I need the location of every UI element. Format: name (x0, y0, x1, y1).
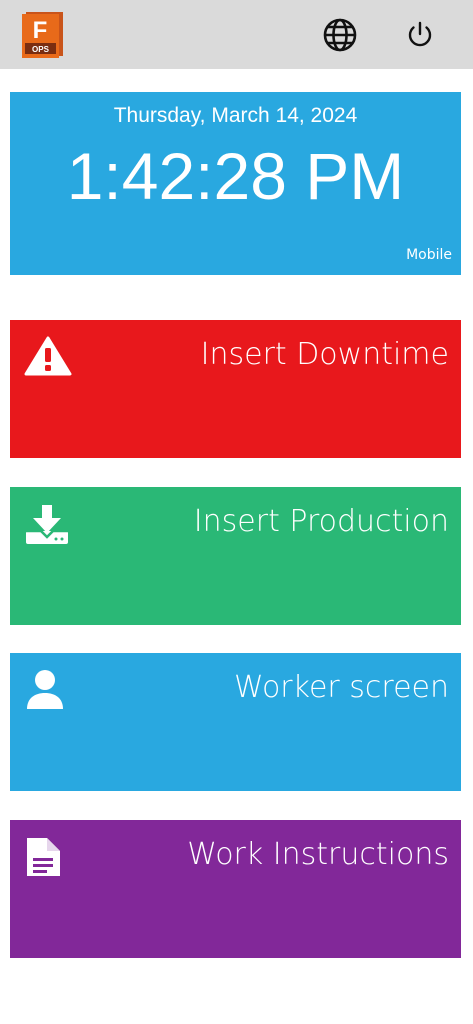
clock-time: 1:42:28 PM (66, 139, 405, 213)
globe-icon[interactable] (320, 15, 360, 55)
clock-date: Thursday, March 14, 2024 (113, 104, 358, 127)
clock-mode-label: Mobile (406, 247, 452, 263)
insert-production-button[interactable]: Insert Production (10, 487, 461, 625)
document-icon (24, 836, 76, 880)
tile-label: Insert Production (193, 504, 449, 539)
warning-icon (24, 336, 76, 380)
download-icon (24, 503, 76, 547)
clock-panel: Thursday, March 14, 2024 1:42:28 PM Mobi… (10, 92, 461, 275)
top-header: F OPS (0, 0, 473, 69)
worker-screen-button[interactable]: Worker screen (10, 653, 461, 791)
tile-label: Work Instructions (187, 837, 449, 872)
work-instructions-button[interactable]: Work Instructions (10, 820, 461, 958)
user-icon (24, 669, 76, 713)
power-icon[interactable] (400, 15, 440, 55)
logo-letter: F (33, 17, 48, 44)
logo-sub: OPS (32, 45, 50, 54)
tile-label: Worker screen (234, 670, 449, 705)
insert-downtime-button[interactable]: Insert Downtime (10, 320, 461, 458)
app-logo[interactable]: F OPS (20, 12, 65, 58)
tile-label: Insert Downtime (200, 337, 449, 372)
